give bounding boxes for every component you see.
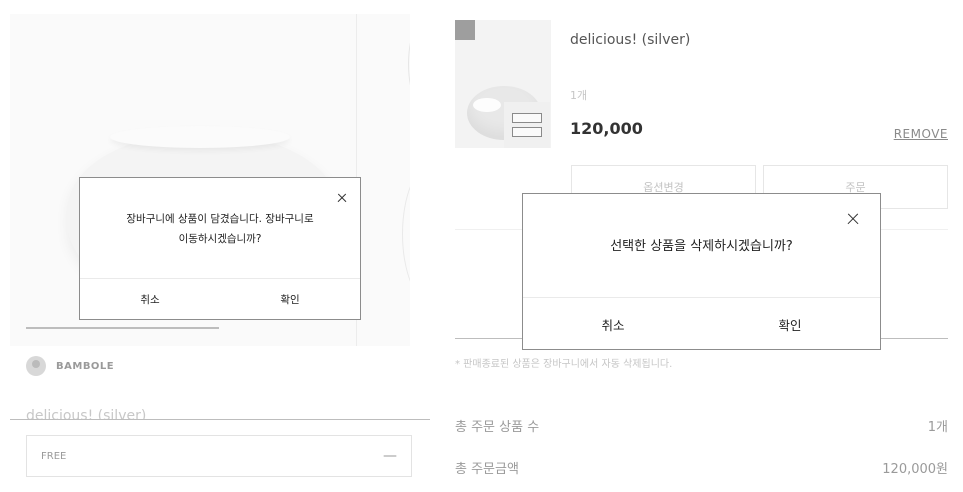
- delete-confirm-dialog: 선택한 상품을 삭제하시겠습니까? 취소 확인: [522, 193, 881, 350]
- dialog-divider: [80, 278, 360, 279]
- cancel-button[interactable]: 취소: [100, 292, 200, 307]
- minus-icon[interactable]: —: [383, 448, 397, 464]
- confirm-button[interactable]: 확인: [730, 315, 850, 334]
- summary-amount-value: 120,000원: [882, 462, 948, 477]
- dialog-divider: [523, 297, 880, 298]
- brand-logo-icon: [26, 356, 46, 376]
- close-icon[interactable]: [846, 212, 860, 226]
- brand-name[interactable]: BAMBOLE: [56, 361, 114, 372]
- dialog-message-line: 이동하시겠습니까?: [178, 233, 262, 245]
- dialog-message: 선택한 상품을 삭제하시겠습니까?: [610, 239, 793, 254]
- summary-amount-label: 총 주문금액: [455, 462, 519, 477]
- discontinued-notice: * 판매종료된 상품은 장바구니에서 자동 삭제됩니다.: [455, 359, 673, 370]
- close-icon[interactable]: [336, 192, 347, 203]
- summary-count-row: 총 주문 상품 수 1개: [455, 416, 948, 435]
- dialog-message: 장바구니에 상품이 담겼습니다. 장바구니로 이동하시겠습니까?: [80, 209, 360, 249]
- divider: [10, 419, 430, 420]
- photo-tray-highlight: [110, 126, 290, 148]
- confirm-button[interactable]: 확인: [240, 292, 340, 307]
- menu-bar: [512, 127, 542, 137]
- cart-item-quantity: 1개: [570, 89, 588, 102]
- cart-item-price: 120,000: [570, 119, 643, 138]
- summary-amount-row: 총 주문금액 120,000원: [455, 458, 948, 477]
- item-checkbox[interactable]: [455, 20, 475, 40]
- summary-count-value: 1개: [927, 420, 948, 435]
- dialog-message-line: 장바구니에 상품이 담겼습니다. 장바구니로: [126, 213, 314, 225]
- photo-background-arc: [408, 14, 410, 124]
- menu-icon[interactable]: [504, 102, 550, 148]
- brand-row[interactable]: BAMBOLE: [26, 356, 114, 376]
- cart-item-name[interactable]: delicious! (silver): [570, 32, 690, 48]
- photo-background-arc: [402, 164, 410, 304]
- thumbnail-highlight: [473, 98, 501, 112]
- image-slider-progress[interactable]: [26, 327, 219, 329]
- menu-bar: [512, 113, 542, 123]
- summary-count-label: 총 주문 상품 수: [455, 420, 540, 435]
- option-label: FREE: [41, 450, 67, 462]
- cart-added-dialog: 장바구니에 상품이 담겼습니다. 장바구니로 이동하시겠습니까? 취소 확인: [79, 177, 361, 320]
- remove-link[interactable]: REMOVE: [894, 127, 948, 141]
- option-select[interactable]: FREE —: [26, 435, 412, 477]
- cancel-button[interactable]: 취소: [553, 315, 673, 334]
